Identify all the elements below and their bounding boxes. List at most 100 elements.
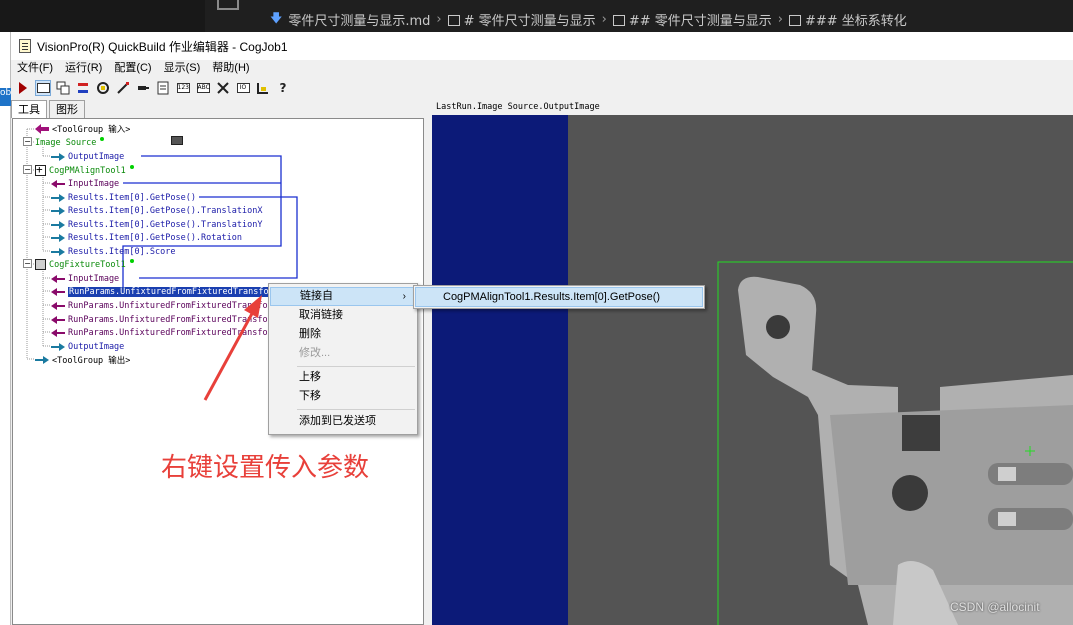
tree-item-label: <ToolGroup 输出> xyxy=(52,355,131,366)
menu-item-add-to-sent[interactable]: 添加到已发送项 xyxy=(270,412,416,431)
menu-item-label: 链接自 xyxy=(300,290,333,302)
text-icon[interactable]: ABC xyxy=(195,80,211,96)
menu-file[interactable]: 文件(F) xyxy=(11,60,59,77)
toolbar: 123 ABC IO ? xyxy=(11,77,1073,99)
input-arrow-icon xyxy=(51,328,65,337)
tree-item-label: RunParams.UnfixturedFromFixturedTransfor xyxy=(68,300,273,311)
output-arrow-icon xyxy=(51,193,65,202)
tab-graphics[interactable]: 图形 xyxy=(49,100,85,118)
tree-item-label: Results.Item[0].GetPose() xyxy=(68,192,196,203)
status-dot-icon xyxy=(129,258,134,263)
tree-item-input-group[interactable]: <ToolGroup 输入> xyxy=(35,122,130,135)
io-link-icon[interactable] xyxy=(75,80,91,96)
tree-item-runparams[interactable]: RunParams.UnfixturedFromFixturedTransfor xyxy=(51,326,273,339)
background-window-edge: ob1 xyxy=(0,32,11,625)
chevron-right-icon: › xyxy=(601,11,607,27)
tree-item-label: Results.Item[0].Score xyxy=(68,246,176,257)
help-icon[interactable]: ? xyxy=(275,80,291,96)
heading-icon xyxy=(788,14,801,26)
tool-windows-icon[interactable] xyxy=(55,80,71,96)
measure-icon[interactable] xyxy=(255,80,271,96)
menu-display[interactable]: 显示(S) xyxy=(158,60,207,77)
input-arrow-icon xyxy=(51,301,65,310)
run-icon[interactable] xyxy=(15,80,31,96)
output-arrow-icon xyxy=(51,220,65,229)
status-dot-icon xyxy=(129,164,134,169)
input-arrow-icon xyxy=(51,287,65,296)
context-menu: 链接自 › 取消链接 删除 修改... 上移 下移 添加到已发送项 xyxy=(268,283,418,435)
input-group-icon xyxy=(35,123,49,134)
output-group-icon xyxy=(35,355,49,364)
tree-item-runparams[interactable]: RunParams.UnfixturedFromFixturedTransfor xyxy=(51,299,273,312)
collapse-toggle[interactable]: − xyxy=(23,165,32,174)
menu-bar: 文件(F) 运行(R) 配置(C) 显示(S) 帮助(H) xyxy=(11,60,1073,77)
menu-item-move-up[interactable]: 上移 xyxy=(270,368,416,387)
collapse-toggle[interactable]: − xyxy=(23,259,32,268)
tool-view-icon[interactable] xyxy=(35,80,51,96)
tree-item-runparams-selected[interactable]: RunParams.UnfixturedFromFixturedTransfo xyxy=(51,285,270,298)
tree-item-output-image[interactable]: OutputImage xyxy=(51,150,124,163)
input-arrow-icon xyxy=(51,179,65,188)
submenu-item-getpose[interactable]: CogPMAlignTool1.Results.Item[0].GetPose(… xyxy=(415,287,703,307)
watermark: CSDN @allocinit xyxy=(950,600,1040,614)
tree-item-label: RunParams.UnfixturedFromFixturedTransfo xyxy=(68,286,270,297)
editor-side-panel xyxy=(0,0,205,32)
breadcrumb-item-h2[interactable]: ## 零件尺寸测量与显示 xyxy=(629,10,772,29)
collapse-toggle[interactable]: − xyxy=(23,137,32,146)
reset-icon[interactable] xyxy=(95,80,111,96)
io-icon[interactable]: IO xyxy=(235,80,251,96)
menu-item-modify[interactable]: 修改... xyxy=(270,344,416,363)
input-arrow-icon xyxy=(51,315,65,324)
chevron-right-icon: › xyxy=(777,11,783,27)
tree-item-rotation[interactable]: Results.Item[0].GetPose().Rotation xyxy=(51,231,242,244)
tree-item-get-pose[interactable]: Results.Item[0].GetPose() xyxy=(51,191,196,204)
window-titlebar: VisionPro(R) QuickBuild 作业编辑器 - CogJob1 xyxy=(11,32,1073,60)
tools-icon[interactable] xyxy=(215,80,231,96)
heading-icon xyxy=(447,14,460,26)
output-arrow-icon xyxy=(51,247,65,256)
tree-item-pmalign-tool[interactable]: CogPMAlignTool1 xyxy=(35,163,134,177)
tree-item-translation-x[interactable]: Results.Item[0].GetPose().TranslationX xyxy=(51,204,262,217)
tab-tools[interactable]: 工具 xyxy=(11,100,47,118)
input-arrow-icon xyxy=(51,274,65,283)
menu-item-delete[interactable]: 删除 xyxy=(270,325,416,344)
image-background-area xyxy=(432,115,568,625)
tree-item-label: Image Source xyxy=(35,137,97,148)
breadcrumb-item-h3[interactable]: ### 坐标系转化 xyxy=(805,10,907,29)
menu-config[interactable]: 配置(C) xyxy=(108,60,157,77)
menu-run[interactable]: 运行(R) xyxy=(59,60,108,77)
status-dot-icon xyxy=(100,136,105,141)
tree-item-output-group[interactable]: <ToolGroup 输出> xyxy=(35,353,130,366)
menu-item-unlink[interactable]: 取消链接 xyxy=(270,306,416,325)
tree-item-translation-y[interactable]: Results.Item[0].GetPose().TranslationY xyxy=(51,218,262,231)
tree-item-label: InputImage xyxy=(68,178,120,189)
chevron-right-icon: › xyxy=(402,291,406,302)
window-title: VisionPro(R) QuickBuild 作业编辑器 - CogJob1 xyxy=(37,39,288,54)
menu-help[interactable]: 帮助(H) xyxy=(206,60,255,77)
heading-icon xyxy=(612,14,625,26)
pin-icon[interactable] xyxy=(135,80,151,96)
wand-icon[interactable] xyxy=(115,80,131,96)
breadcrumb-item-file[interactable]: 零件尺寸测量与显示.md xyxy=(288,10,430,29)
tree-item-label: OutputImage xyxy=(68,151,125,162)
tree-item-label: Results.Item[0].GetPose().TranslationX xyxy=(68,205,263,216)
numeric-icon[interactable]: 123 xyxy=(175,80,191,96)
tree-item-fixture-tool[interactable]: CogFixtureTool1 xyxy=(35,258,134,271)
tree-item-output-image[interactable]: OutputImage xyxy=(51,340,124,353)
menu-item-move-down[interactable]: 下移 xyxy=(270,387,416,406)
copy-icon[interactable] xyxy=(217,0,239,10)
breadcrumb-item-h1[interactable]: # 零件尺寸测量与显示 xyxy=(464,10,596,29)
tree-item-input-image[interactable]: InputImage xyxy=(51,177,119,190)
tree-item-score[interactable]: Results.Item[0].Score xyxy=(51,245,175,258)
tree-item-label: RunParams.UnfixturedFromFixturedTransfor xyxy=(68,327,273,338)
pmalign-tool-icon xyxy=(35,163,46,176)
notepad-icon[interactable] xyxy=(155,80,171,96)
camera-image[interactable] xyxy=(568,115,1073,625)
image-viewer[interactable] xyxy=(432,115,1073,625)
tree-item-input-image[interactable]: InputImage xyxy=(51,272,119,285)
tree-item-runparams[interactable]: RunParams.UnfixturedFromFixturedTransfor xyxy=(51,313,273,326)
screenshot-root: 🡇 零件尺寸测量与显示.md › # 零件尺寸测量与显示 › ## 零件尺寸测量… xyxy=(0,0,1073,625)
tree-item-label: Results.Item[0].GetPose().TranslationY xyxy=(68,219,263,230)
menu-item-link-from[interactable]: 链接自 › xyxy=(270,287,416,306)
tree-item-image-source[interactable]: Image Source xyxy=(35,136,183,149)
